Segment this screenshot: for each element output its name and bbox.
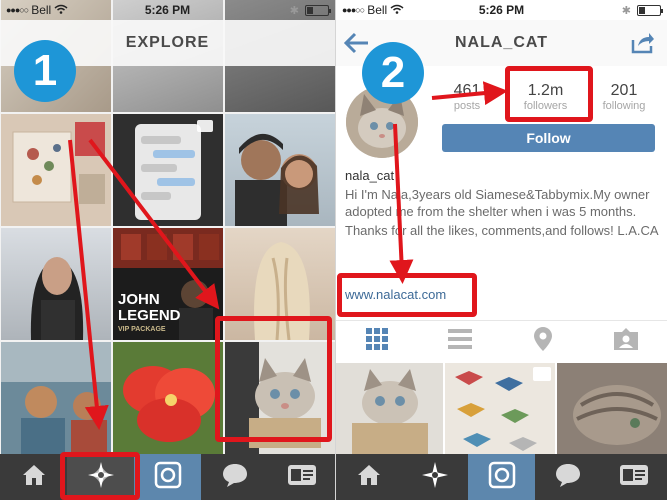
- camera-icon: [488, 461, 516, 494]
- status-bar: ●●●○○ Bell 5:26 PM ✱: [0, 0, 335, 20]
- tab-location-view[interactable]: [502, 321, 585, 362]
- photo-tile-bowties[interactable]: [445, 363, 555, 455]
- tab-explore[interactable]: [402, 454, 468, 500]
- bluetooth-icon: ✱: [289, 4, 299, 17]
- highlight-explore-tab: [60, 452, 140, 500]
- status-bar: ●●●○○ Bell 5:26 PM ✱: [336, 0, 667, 20]
- profile-icon: [287, 464, 317, 491]
- photo-tile-phone-screen[interactable]: [113, 114, 223, 226]
- photo-tile-selfie-couple[interactable]: [225, 114, 335, 226]
- signal-dots: ●●●○○: [342, 5, 365, 15]
- wifi-icon: [54, 3, 68, 17]
- highlight-website: [337, 273, 477, 317]
- follow-button[interactable]: Follow: [442, 124, 655, 152]
- list-icon: [448, 329, 473, 354]
- tab-tagged-view[interactable]: [584, 321, 667, 362]
- photo-tile-nala-box[interactable]: [336, 363, 443, 455]
- carrier-name: Bell: [31, 3, 52, 17]
- back-arrow-icon[interactable]: [343, 32, 370, 54]
- battery-icon: [637, 4, 663, 16]
- profile-content: 461 posts 1.2m followers 201 following F…: [336, 66, 667, 455]
- following-count: 201: [610, 82, 638, 99]
- profile-photo-grid: [336, 363, 667, 455]
- profile-username: nala_cat: [345, 168, 395, 183]
- share-icon[interactable]: [631, 32, 655, 54]
- highlight-followers: [505, 66, 593, 122]
- activity-icon: [554, 462, 582, 493]
- step-1-badge: 1: [14, 40, 76, 102]
- tab-camera[interactable]: [468, 454, 535, 500]
- vip-package-text: VIP PACKAGE: [118, 326, 166, 333]
- bottom-tab-bar: [336, 454, 667, 500]
- wifi-icon: [390, 3, 404, 17]
- battery-icon: [305, 4, 331, 16]
- posts-stat[interactable]: 461 posts: [432, 82, 502, 112]
- step-2-badge: 2: [362, 42, 424, 104]
- bio-line: Thanks for all the likes, comments,and f…: [345, 223, 659, 238]
- profile-view-tabs: [336, 320, 667, 362]
- bio-line: Hi I'm Nala,3years old Siamese&Tabbymix.…: [345, 187, 650, 219]
- tagged-icon: [613, 328, 638, 355]
- highlight-cat-photo: [215, 316, 332, 442]
- tab-home[interactable]: [336, 454, 402, 500]
- location-pin-icon: [533, 327, 552, 356]
- photo-tile-crafts[interactable]: [1, 114, 111, 226]
- tab-activity[interactable]: [535, 454, 601, 500]
- photo-tile-tabby-cat[interactable]: [557, 363, 667, 455]
- tab-activity[interactable]: [201, 454, 268, 500]
- photo-tile-comic[interactable]: [1, 342, 111, 454]
- page-title: EXPLORE: [125, 34, 210, 51]
- tutorial-composite: JOHN LEGEND VIP PACKAGE ●●●○○ Bell 5:26 …: [0, 0, 667, 500]
- legend-text: LEGEND: [118, 307, 181, 324]
- posts-count: 461: [453, 82, 481, 99]
- tab-list-view[interactable]: [419, 321, 502, 362]
- john-text: JOHN: [118, 291, 160, 308]
- posts-label: posts: [453, 100, 481, 112]
- home-icon: [21, 463, 47, 492]
- bluetooth-icon: ✱: [621, 4, 631, 17]
- photo-tile-john-legend[interactable]: JOHN LEGEND VIP PACKAGE: [113, 228, 223, 340]
- profile-bio: Hi I'm Nala,3years old Siamese&Tabbymix.…: [345, 186, 659, 239]
- activity-icon: [221, 462, 249, 493]
- page-title: NALA_CAT: [454, 34, 549, 51]
- tab-grid-view[interactable]: [336, 321, 419, 362]
- following-stat[interactable]: 201 following: [589, 82, 659, 112]
- tab-home[interactable]: [0, 454, 67, 500]
- tab-camera[interactable]: [134, 454, 201, 500]
- carrier-name: Bell: [367, 3, 388, 17]
- grid-icon: [366, 328, 389, 355]
- photo-tile-woman-portrait[interactable]: [1, 228, 111, 340]
- photo-tile-red-flower[interactable]: [113, 342, 223, 454]
- explore-icon: [421, 461, 449, 494]
- tab-profile[interactable]: [268, 454, 335, 500]
- tab-profile[interactable]: [601, 454, 667, 500]
- profile-icon: [619, 464, 649, 491]
- following-label: following: [602, 100, 646, 112]
- home-icon: [356, 463, 382, 492]
- camera-icon: [154, 461, 182, 494]
- signal-dots: ●●●○○: [6, 5, 29, 15]
- bottom-tab-bar: [0, 454, 335, 500]
